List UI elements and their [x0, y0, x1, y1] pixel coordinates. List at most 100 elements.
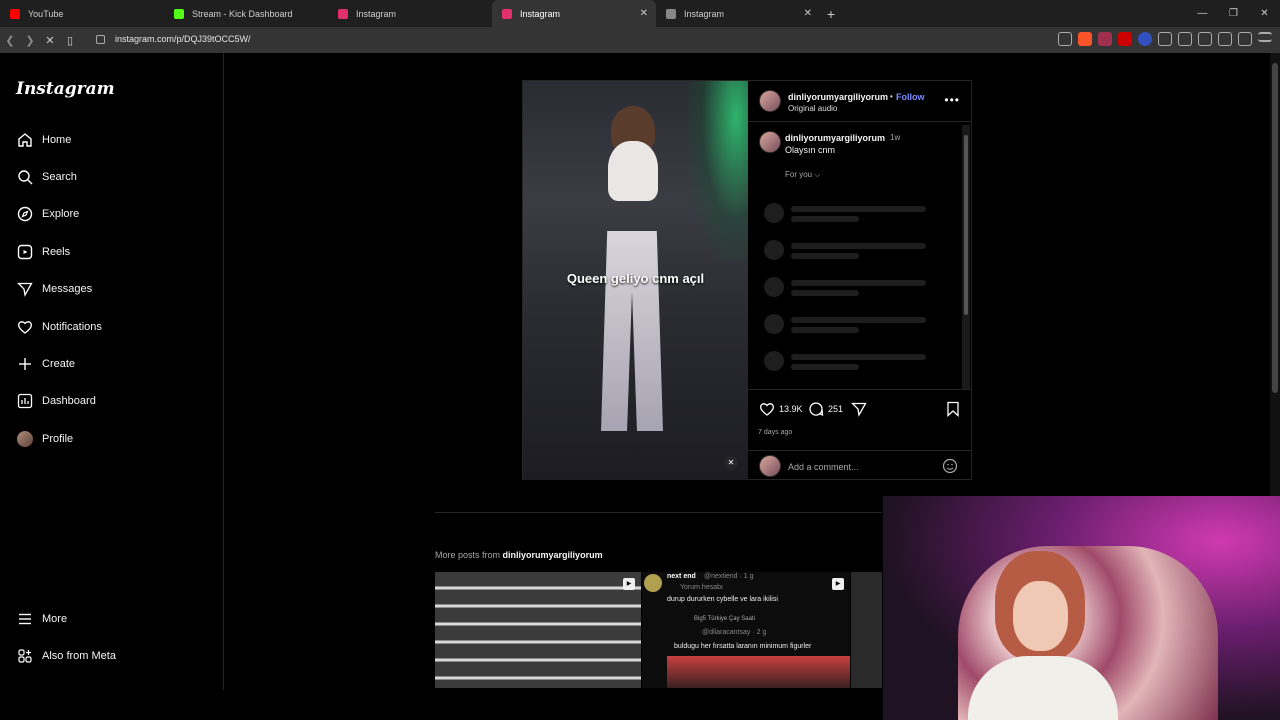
comment-author[interactable]: dinliyorumyargiliyorum	[785, 133, 885, 143]
tab-title: Instagram	[684, 8, 725, 19]
comment-skeleton	[764, 277, 934, 297]
post-author: next end	[667, 573, 696, 580]
video-subject	[608, 141, 658, 201]
share-button[interactable]	[851, 401, 871, 417]
like-button[interactable]: 13.9K	[759, 401, 803, 417]
comment-sort-dropdown[interactable]: For you ⌵	[785, 170, 820, 180]
plus-icon	[16, 356, 33, 373]
kick-icon	[174, 8, 184, 19]
media-icon[interactable]	[1178, 32, 1192, 46]
link-icon	[666, 8, 676, 19]
sidebar-item-explore[interactable]: Explore	[16, 202, 79, 226]
tab-youtube[interactable]: YouTube	[0, 0, 164, 27]
sidebar-item-profile[interactable]: Profile	[16, 427, 73, 451]
post-header: dinliyorumyargiliyorum • Follow Original…	[748, 81, 972, 122]
sidebar-item-label: Notifications	[42, 321, 102, 333]
comment-sort-label: For you	[785, 170, 813, 179]
share-icon[interactable]	[1058, 32, 1072, 46]
sidebar-item-notifications[interactable]: Notifications	[16, 315, 102, 339]
instagram-sidebar: Instagram Home Search Explore Reels Mess…	[0, 53, 224, 690]
menu-icon[interactable]	[1258, 32, 1272, 42]
sidebar-item-label: More	[42, 613, 68, 625]
tab-title: YouTube	[28, 8, 64, 19]
close-window-icon[interactable]: ✕	[1249, 0, 1280, 27]
scrollbar-thumb[interactable]	[1272, 63, 1278, 393]
more-post-thumbnail[interactable]: ▶	[435, 572, 641, 688]
address-bar: ❮ ❯ ✕ ▯ instagram.com/p/DQJ39tOCC5W/	[0, 27, 1280, 53]
extensions-icon[interactable]	[1158, 32, 1172, 46]
more-posts-heading: More posts from dinliyorumyargiliyorum	[435, 550, 603, 560]
bookmark-icon[interactable]: ▯	[60, 34, 80, 47]
scrollbar-thumb[interactable]	[964, 135, 968, 315]
sidebar-item-home[interactable]: Home	[16, 128, 71, 152]
comment-input[interactable]: Add a comment...	[788, 462, 859, 472]
author-name[interactable]: dinliyorumyargiliyorum	[788, 92, 888, 102]
sidebar-toggle-icon[interactable]	[1198, 32, 1212, 46]
instagram-logo[interactable]: Instagram	[16, 79, 115, 99]
share-icon	[851, 402, 867, 417]
back-icon[interactable]: ❮	[0, 34, 20, 47]
minimize-icon[interactable]: —	[1187, 0, 1218, 27]
post-image	[667, 656, 850, 688]
webcam-overlay	[883, 496, 1280, 720]
sidebar-item-reels[interactable]: Reels	[16, 240, 70, 264]
close-tab-icon[interactable]: ✕	[640, 8, 648, 19]
audio-label[interactable]: Original audio	[788, 104, 837, 113]
sidebar-item-label: Home	[42, 134, 72, 146]
mute-icon[interactable]: ✕	[724, 456, 738, 470]
my-avatar	[759, 455, 781, 477]
comment-count: 251	[828, 404, 844, 414]
sidebar-item-meta[interactable]: Also from Meta	[16, 644, 116, 668]
meta-icon	[16, 648, 33, 665]
forward-icon[interactable]: ❯	[20, 34, 40, 47]
reel-video[interactable]: Queen geliyo cnm açıl ✕	[523, 81, 748, 480]
restore-icon[interactable]: ❐	[1218, 0, 1249, 27]
post-text: Big5 Türkiye Çay Saati	[694, 616, 755, 622]
post-handle: @nextiend · 1 g	[704, 573, 754, 580]
new-tab-button[interactable]: +	[820, 6, 842, 22]
tab-instagram-3[interactable]: Instagram ✕	[656, 0, 820, 27]
ext-blue-icon[interactable]	[1138, 32, 1152, 46]
sidebar-item-search[interactable]: Search	[16, 165, 77, 189]
hamburger-icon	[16, 611, 33, 628]
emoji-icon[interactable]	[942, 458, 958, 479]
sidebar-item-more[interactable]: More	[16, 607, 67, 631]
leo-icon[interactable]	[1218, 32, 1232, 46]
comments-scrollbar[interactable]	[962, 125, 970, 389]
comment-icon	[809, 402, 824, 417]
window-controls: — ❐ ✕	[1187, 0, 1280, 27]
sidebar-item-messages[interactable]: Messages	[16, 277, 92, 301]
rewards-icon[interactable]	[1098, 32, 1112, 46]
divider	[435, 512, 882, 513]
more-posts-user[interactable]: dinliyorumyargiliyorum	[503, 550, 603, 560]
more-post-thumbnail[interactable]	[851, 572, 882, 688]
save-button[interactable]	[946, 401, 964, 417]
sidebar-item-dashboard[interactable]: Dashboard	[16, 389, 96, 413]
comment-button[interactable]: 251	[808, 401, 843, 417]
post-tag: Yorum hesabı	[680, 584, 723, 591]
more-options-icon[interactable]: •••	[944, 93, 960, 107]
stop-loading-icon[interactable]: ✕	[40, 34, 60, 47]
instagram-icon	[338, 8, 348, 19]
close-tab-icon[interactable]: ✕	[804, 8, 812, 19]
tab-instagram-1[interactable]: Instagram	[328, 0, 492, 27]
url-field[interactable]: instagram.com/p/DQJ39tOCC5W/	[115, 34, 251, 44]
reel-icon: ▶	[623, 578, 635, 590]
tab-title: Instagram	[520, 8, 561, 19]
compass-icon	[16, 206, 33, 223]
sidebar-item-create[interactable]: Create	[16, 352, 75, 376]
site-info-icon[interactable]	[96, 35, 105, 44]
author-avatar[interactable]	[759, 90, 781, 112]
tab-kick[interactable]: Stream - Kick Dashboard	[164, 0, 328, 27]
home-icon	[16, 132, 33, 149]
brave-shield-icon[interactable]	[1078, 32, 1092, 46]
streamer-face	[1013, 581, 1068, 651]
more-post-thumbnail[interactable]: next end @nextiend · 1 g Yorum hesabı du…	[642, 572, 850, 688]
commenter-avatar[interactable]	[759, 131, 781, 153]
youtube-icon	[10, 8, 20, 19]
vpn-icon[interactable]	[1238, 32, 1252, 46]
youtube-ext-icon[interactable]	[1118, 32, 1132, 46]
sidebar-item-label: Explore	[42, 208, 80, 220]
tab-instagram-active[interactable]: Instagram ✕	[492, 0, 656, 27]
follow-button[interactable]: Follow	[896, 92, 925, 102]
